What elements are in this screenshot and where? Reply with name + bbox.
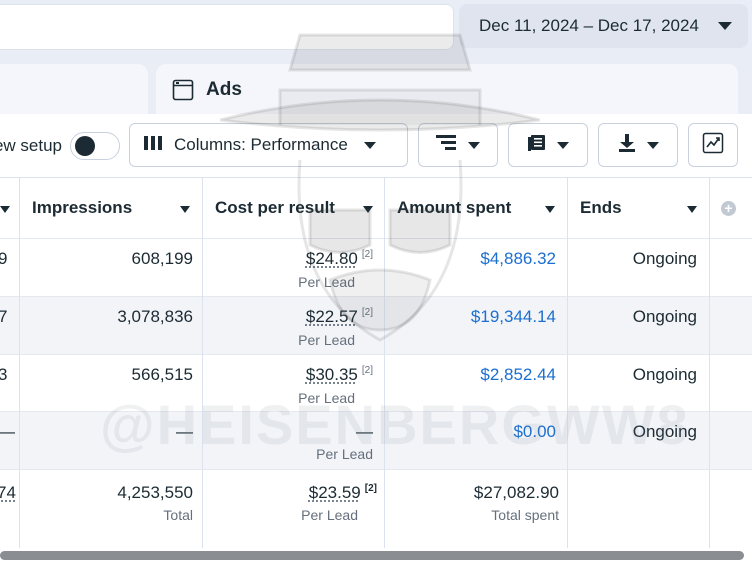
footnote-marker: [2] [361,249,373,261]
cost-per-result-value: $24.80 [2] [203,249,373,269]
column-divider [709,178,710,548]
search-field[interactable] [0,4,454,50]
sort-caret-icon[interactable] [687,206,697,213]
table-row[interactable]: 9 608,199 $24.80 [2] Per Lead $4,886.32 O… [0,239,752,297]
impressions-value: 608,199 [131,249,193,268]
horizontal-scrollbar[interactable] [0,549,752,561]
table-header-row: Impressions Cost per result Amount spent… [0,178,752,239]
table-total-row: 74 4,253,550 Total $23.59 [2] Per Lead $2… [0,470,752,548]
amount-spent-link[interactable]: $0.00 [386,422,556,442]
columns-label: Columns: Performance [174,135,348,154]
ends-value: Ongoing [632,422,697,441]
impressions-value: — [176,422,193,441]
cost-value: $22.57 [305,307,358,326]
impressions-value: 3,078,836 [117,307,193,326]
truncated-cell: — [0,422,15,442]
truncated-cell: 3 [0,365,8,384]
cost-per-result-value: $22.57 [2] [203,307,373,327]
ends-value: Ongoing [632,365,697,384]
ends-value: Ongoing [632,307,697,326]
scrollbar-thumb[interactable] [0,551,744,560]
column-divider [384,178,385,548]
table-row[interactable]: 7 3,078,836 $22.57 [2] Per Lead $19,344.1… [0,297,752,355]
cost-per-result-unit: Per Lead [298,332,355,348]
total-amount-spent: $27,082.90 [473,483,559,502]
chevron-down-icon [718,22,732,30]
cost-value: $24.80 [305,249,358,268]
sort-caret-icon[interactable] [363,206,373,213]
total-amount-spent-unit: Total spent [491,507,559,523]
cost-value: $23.59 [308,483,361,502]
breakdown-icon [436,134,458,157]
truncated-cell: 7 [0,307,8,326]
footnote-marker: [2] [361,365,373,377]
footnote-marker: [2] [361,307,373,319]
column-divider [19,178,20,548]
charts-button[interactable] [688,123,738,167]
amount-spent-link[interactable]: $2,852.44 [386,365,556,385]
truncated-cell: 9 [0,249,8,268]
chevron-down-icon [363,141,376,149]
tab-ads[interactable]: Ads [156,64,738,116]
ad-icon [172,79,194,101]
tab-ad-sets[interactable] [0,64,148,116]
cost-per-result-unit: Per Lead [298,390,355,406]
header-ends[interactable]: Ends [580,198,622,218]
ads-table: Impressions Cost per result Amount spent… [0,178,752,550]
reports-icon [527,134,547,157]
date-range-picker[interactable]: Dec 11, 2024 – Dec 17, 2024 [459,4,748,48]
columns-icon [144,135,164,156]
column-divider [202,178,203,548]
header-impressions[interactable]: Impressions [32,198,132,218]
download-icon [617,133,637,158]
view-setup-toggle[interactable] [70,132,120,160]
trend-chart-icon [702,132,724,159]
sort-caret-icon[interactable] [0,206,10,213]
amount-spent-link[interactable]: $19,344.14 [386,307,556,327]
cost-per-result-value: $30.35 [2] [203,365,373,385]
breakdown-button[interactable] [418,123,498,167]
chevron-down-icon [557,141,569,149]
total-impressions-unit: Total [163,507,193,523]
reports-button[interactable] [508,123,588,167]
toggle-knob [75,136,95,156]
footnote-marker: [2] [364,483,377,495]
total-impressions: 4,253,550 [117,483,193,502]
view-setup-label: View setup [0,136,62,155]
impressions-value: 566,515 [131,365,193,384]
sort-caret-icon[interactable] [545,206,555,213]
toolbar: View setup Columns: Performance [0,114,752,178]
amount-spent-link[interactable]: $4,886.32 [386,249,556,269]
cost-per-result-value: — [356,422,373,441]
total-cost-per-result: $23.59 [2] [203,483,377,503]
chevron-down-icon [468,141,480,149]
date-range-label: Dec 11, 2024 – Dec 17, 2024 [479,16,699,35]
ends-value: Ongoing [632,249,697,268]
columns-button[interactable]: Columns: Performance [129,123,408,167]
header-cost-per-result[interactable]: Cost per result [215,198,335,218]
table-row[interactable]: — — — Per Lead $0.00 Ongoing [0,412,752,470]
cost-per-result-unit: Per Lead [316,446,373,462]
chevron-down-icon [647,141,659,149]
tab-ads-label: Ads [206,79,242,100]
header-amount-spent[interactable]: Amount spent [397,198,511,218]
sort-caret-icon[interactable] [180,206,190,213]
total-cost-per-result-unit: Per Lead [301,507,358,523]
table-row[interactable]: 3 566,515 $30.35 [2] Per Lead $2,852.44 O… [0,355,752,412]
export-button[interactable] [598,123,678,167]
column-divider [567,178,568,548]
add-column-icon[interactable]: + [721,201,736,216]
cost-per-result-unit: Per Lead [298,274,355,290]
truncated-cell: 74 [0,483,16,502]
cost-value: $30.35 [305,365,358,384]
